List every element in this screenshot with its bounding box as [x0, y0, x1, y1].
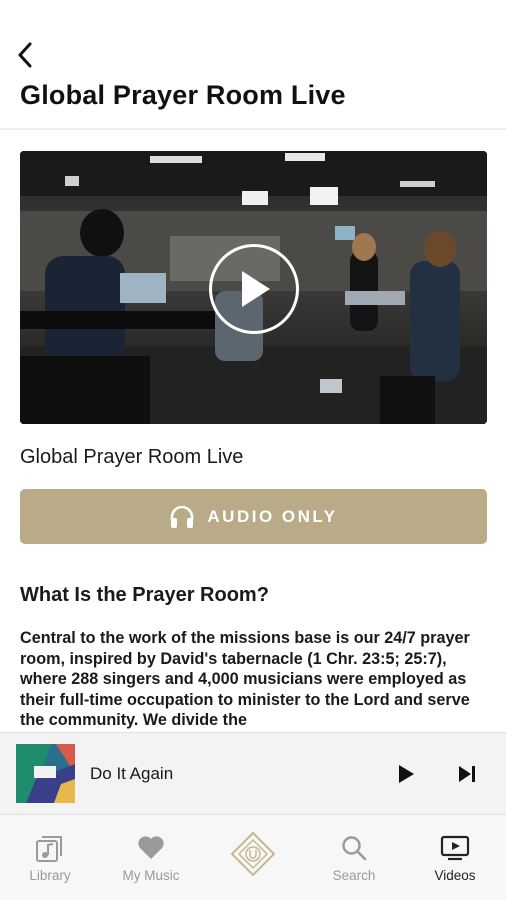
- tab-my-music-label: My Music: [122, 868, 180, 883]
- tab-search[interactable]: Search: [304, 815, 404, 900]
- play-icon: [399, 765, 414, 783]
- chevron-left-icon: [18, 42, 32, 68]
- video-play-icon: [440, 835, 470, 861]
- audio-only-label: AUDIO ONLY: [207, 506, 338, 526]
- skip-next-button[interactable]: [456, 762, 478, 786]
- play-icon: [242, 271, 270, 307]
- tab-my-music[interactable]: My Music: [101, 815, 201, 900]
- album-art: [16, 744, 75, 803]
- tab-library-label: Library: [29, 868, 71, 883]
- play-button[interactable]: [209, 244, 299, 334]
- tab-search-label: Search: [332, 868, 376, 883]
- headphones-icon: [171, 505, 194, 528]
- video-thumbnail[interactable]: [20, 151, 487, 424]
- skip-next-icon: [459, 766, 475, 782]
- header: Global Prayer Room Live: [0, 0, 506, 130]
- back-button[interactable]: [12, 40, 38, 70]
- tab-home-logo[interactable]: [203, 815, 303, 900]
- tab-bar: Library My Music Search Videos: [0, 814, 506, 900]
- logo-diamond-icon: [230, 831, 276, 877]
- mini-player[interactable]: Do It Again: [0, 732, 506, 814]
- section-body-text: Central to the work of the missions base…: [20, 629, 470, 729]
- tab-videos[interactable]: Videos: [405, 815, 505, 900]
- tab-library[interactable]: Library: [0, 815, 100, 900]
- tab-videos-label: Videos: [434, 868, 476, 883]
- search-icon: [342, 836, 367, 861]
- music-library-icon: [36, 836, 62, 862]
- audio-only-button[interactable]: AUDIO ONLY: [20, 489, 487, 544]
- page-title: Global Prayer Room Live: [20, 80, 346, 110]
- track-title: Do It Again: [90, 764, 174, 783]
- section-heading: What Is the Prayer Room?: [20, 584, 269, 606]
- mini-player-play-button[interactable]: [394, 762, 418, 786]
- video-title: Global Prayer Room Live: [20, 446, 244, 468]
- heart-icon: [138, 836, 164, 859]
